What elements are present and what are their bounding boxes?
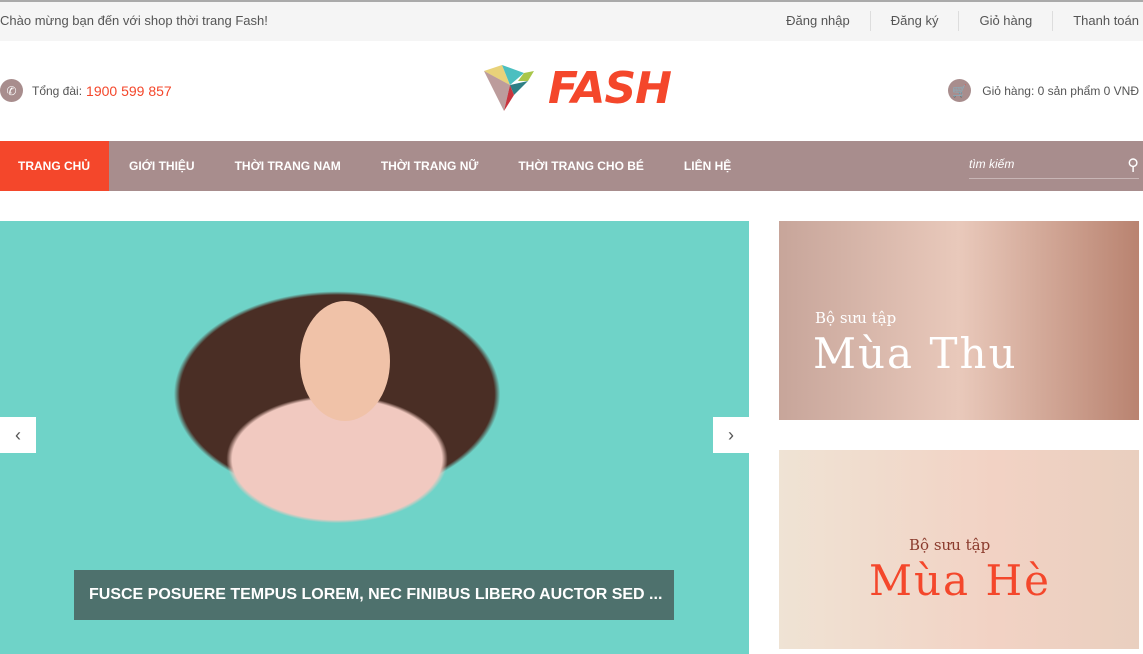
banner-title: Mùa Thu [813, 329, 1018, 378]
phone-icon: ✆ [0, 79, 23, 102]
mini-cart[interactable]: 🛒 Giỏ hàng: 0 sản phẩm 0 VNĐ [948, 79, 1139, 102]
login-link[interactable]: Đăng nhập [766, 11, 870, 31]
nav-about[interactable]: GIỚI THIỆU [109, 141, 215, 191]
cart-link[interactable]: Giỏ hàng [958, 11, 1052, 31]
nav-kids[interactable]: THỜI TRANG CHO BÉ [498, 141, 664, 191]
bird-logo-icon [484, 64, 534, 111]
logo-text: FASH [548, 63, 672, 114]
cart-summary: Giỏ hàng: 0 sản phẩm 0 VNĐ [982, 83, 1139, 98]
nav-men[interactable]: THỜI TRANG NAM [215, 141, 361, 191]
hotline-label: Tổng đài: [32, 83, 83, 98]
search-box: ⚲ [969, 151, 1139, 179]
logo[interactable]: FASH [484, 63, 672, 114]
banner-summer[interactable]: Bộ sưu tập Mùa Hè [779, 450, 1139, 649]
hotline: ✆ Tổng đài: 1900 599 857 [0, 79, 172, 102]
nav-contact[interactable]: LIÊN HỆ [664, 141, 751, 191]
banner-subtitle: Bộ sưu tập [815, 309, 897, 327]
slider-prev-button[interactable]: ‹ [0, 417, 36, 453]
slide-caption[interactable]: FUSCE POSUERE TEMPUS LOREM, NEC FINIBUS … [74, 570, 674, 620]
main-nav: TRANG CHỦ GIỚI THIỆU THỜI TRANG NAM THỜI… [0, 141, 1143, 191]
banner-autumn[interactable]: Bộ sưu tập Mùa Thu [779, 221, 1139, 420]
hero-slider: ‹ › FUSCE POSUERE TEMPUS LOREM, NEC FINI… [0, 221, 749, 654]
hotline-number[interactable]: 1900 599 857 [86, 83, 172, 99]
slide-image [300, 301, 390, 421]
search-icon[interactable]: ⚲ [1127, 155, 1139, 175]
header: ✆ Tổng đài: 1900 599 857 FASH 🛒 Giỏ hàng… [0, 41, 1143, 141]
checkout-link[interactable]: Thanh toán [1052, 11, 1139, 31]
account-links: Đăng nhập Đăng ký Giỏ hàng Thanh toán [766, 11, 1139, 31]
nav-women[interactable]: THỜI TRANG NỮ [361, 141, 499, 191]
top-bar: Chào mừng bạn đến với shop thời trang Fa… [0, 0, 1143, 41]
banner-title: Mùa Hè [869, 556, 1051, 605]
cart-icon: 🛒 [948, 79, 972, 102]
slider-next-button[interactable]: › [713, 417, 749, 453]
nav-home[interactable]: TRANG CHỦ [0, 141, 109, 191]
welcome-text: Chào mừng bạn đến với shop thời trang Fa… [0, 13, 268, 28]
banner-subtitle: Bộ sưu tập [909, 536, 991, 554]
register-link[interactable]: Đăng ký [869, 11, 959, 31]
search-input[interactable] [969, 151, 1109, 177]
